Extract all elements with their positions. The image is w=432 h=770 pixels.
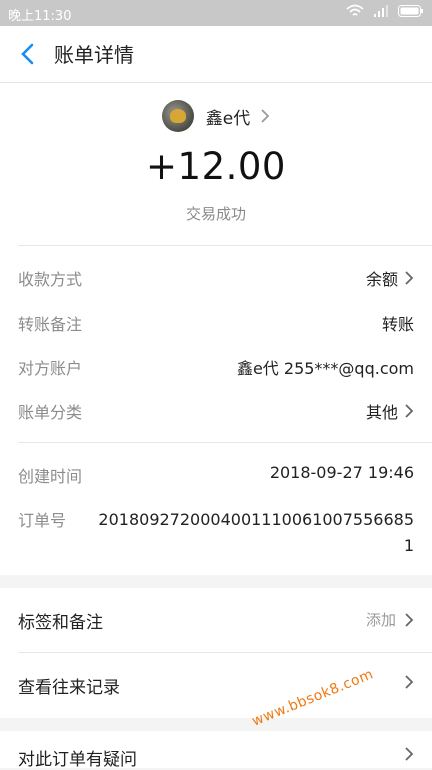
detail-row-order-number: 订单号 2018092720004001110061007556685 1 [18, 504, 414, 560]
chevron-right-icon [261, 109, 270, 123]
battery-icon [398, 5, 423, 17]
history-row[interactable]: 查看往来记录 [0, 653, 432, 717]
transaction-status: 交易成功 [185, 205, 246, 223]
detail-row-remark: 转账备注 转账 [18, 308, 414, 334]
status-bar: 晚上11:30 [0, 0, 432, 26]
back-button[interactable] [16, 40, 40, 68]
app-bar: 账单详情 [0, 26, 432, 83]
divider [18, 245, 432, 246]
back-arrow-icon [21, 43, 34, 65]
page-title: 账单详情 [54, 43, 134, 67]
chevron-right-icon [405, 612, 414, 627]
actions-card: 标签和备注 添加 查看往来记录 [0, 588, 432, 718]
detail-value: 其他 [365, 403, 398, 422]
detail-label: 账单分类 [18, 403, 83, 422]
chevron-right-icon [405, 675, 414, 689]
detail-value: 2018-09-27 19:46 [269, 463, 414, 482]
question-row[interactable]: 对此订单有疑问 [0, 731, 432, 770]
tags-label: 标签和备注 [18, 613, 103, 633]
question-label: 对此订单有疑问 [18, 750, 137, 770]
chevron-right-icon [405, 747, 414, 761]
divider [18, 442, 432, 443]
payee-link[interactable]: 鑫e代 [0, 99, 432, 133]
detail-value: 余额 [365, 270, 398, 289]
chevron-right-icon [405, 404, 414, 418]
bill-summary-card: 鑫e代 +12.00 交易成功 收款方式 余额 转账备注 转账 对方账户 鑫e代… [0, 83, 432, 575]
payee-name: 鑫e代 [205, 108, 251, 129]
detail-row-payment-method[interactable]: 收款方式 余额 [18, 263, 414, 289]
detail-label: 转账备注 [18, 315, 83, 334]
status-time: 晚上11:30 [8, 9, 72, 24]
detail-row-category[interactable]: 账单分类 其他 [18, 396, 414, 422]
question-card: 对此订单有疑问 [0, 731, 432, 770]
add-tag-action: 添加 [365, 611, 396, 629]
detail-value: 转账 [381, 315, 414, 334]
detail-row-counterparty: 对方账户 鑫e代 255***@qq.com [18, 352, 414, 378]
detail-value: 鑫e代 255***@qq.com [236, 359, 414, 378]
order-number: 2018092720004001110061007556685 1 [98, 510, 414, 555]
detail-label: 收款方式 [18, 270, 83, 289]
avatar [161, 100, 194, 132]
status-icons [346, 4, 424, 18]
chevron-right-icon [405, 271, 414, 285]
signal-icon [374, 5, 388, 17]
detail-label: 创建时间 [18, 467, 83, 486]
wifi-icon [346, 4, 364, 16]
amount: +12.00 [146, 145, 286, 188]
history-label: 查看往来记录 [18, 678, 120, 698]
detail-label: 订单号 [18, 511, 67, 530]
detail-label: 对方账户 [18, 359, 83, 378]
detail-row-created-time: 创建时间 2018-09-27 19:46 [18, 460, 414, 486]
tags-and-notes-row[interactable]: 标签和备注 添加 [0, 588, 432, 652]
